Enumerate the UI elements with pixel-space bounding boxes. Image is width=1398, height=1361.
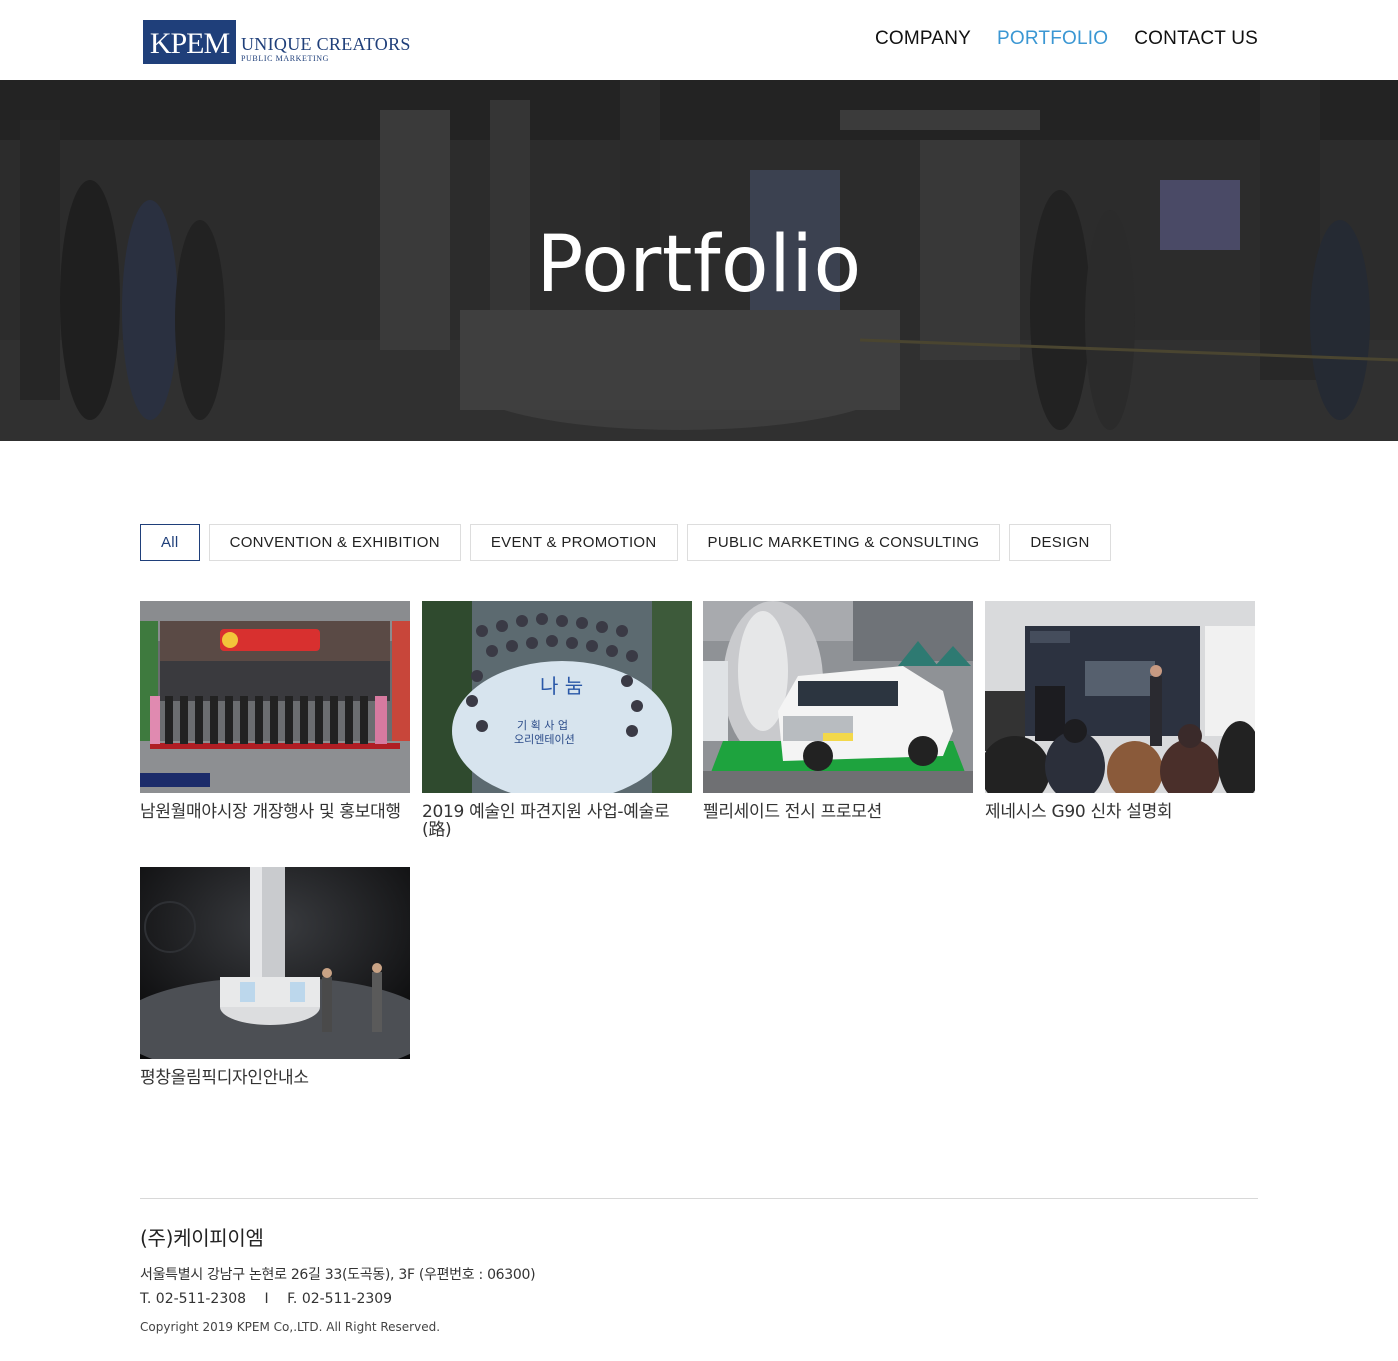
suv-exhibition-photo[interactable]: [703, 601, 973, 793]
footer-divider: [140, 1198, 1258, 1199]
presentation-photo[interactable]: [985, 601, 1255, 793]
portfolio-item[interactable]: 펠리세이드 전시 프로모션: [703, 601, 973, 821]
footer-contact: T. 02-511-2308 I F. 02-511-2309: [140, 1291, 406, 1307]
portfolio-item[interactable]: 나 눔 기 획 사 업 오리엔테이션 2019 예술인 파견지원 사업-예술로(…: [422, 601, 692, 839]
footer-copyright: Copyright 2019 KPEM Co,.LTD. All Right R…: [140, 1320, 441, 1334]
logo-mark: KPEM: [143, 20, 236, 64]
nav-contact-us[interactable]: CONTACT US: [1134, 28, 1258, 50]
portfolio-item-title[interactable]: 평창올림픽디자인안내소: [140, 1069, 410, 1087]
footer-phone: T. 02-511-2308: [140, 1291, 247, 1307]
site-header: KPEM UNIQUE CREATORS PUBLIC MARKETING CO…: [0, 0, 1398, 80]
filter-event-promotion[interactable]: EVENT & PROMOTION: [469, 524, 678, 561]
group-photo[interactable]: 나 눔 기 획 사 업 오리엔테이션: [422, 601, 692, 793]
market-opening-photo[interactable]: [140, 601, 410, 793]
filter-design[interactable]: DESIGN: [1009, 524, 1111, 561]
logo-subline: PUBLIC MARKETING: [241, 54, 330, 63]
footer-separator: I: [264, 1291, 269, 1307]
svg-text:기 획 사 업: 기 획 사 업: [517, 719, 568, 732]
footer-fax: F. 02-511-2309: [287, 1291, 393, 1307]
svg-text:오리엔테이션: 오리엔테이션: [514, 733, 575, 746]
category-filters: All CONVENTION & EXHIBITION EVENT & PROM…: [140, 524, 1111, 561]
filter-public-marketing-consulting[interactable]: PUBLIC MARKETING & CONSULTING: [686, 524, 1001, 561]
footer-address: 서울특별시 강남구 논현로 26길 33(도곡동), 3F (우편번호 : 06…: [140, 1267, 536, 1283]
hero-banner: Portfolio: [0, 80, 1398, 441]
nav-portfolio[interactable]: PORTFOLIO: [997, 28, 1108, 50]
kpem-logo[interactable]: KPEM UNIQUE CREATORS PUBLIC MARKETING: [143, 18, 411, 64]
info-booth-render[interactable]: [140, 867, 410, 1059]
main-nav: COMPANY PORTFOLIO CONTACT US: [875, 28, 1258, 50]
portfolio-item[interactable]: 평창올림픽디자인안내소: [140, 867, 410, 1087]
filter-all[interactable]: All: [140, 524, 200, 561]
portfolio-item-title[interactable]: 펠리세이드 전시 프로모션: [703, 803, 973, 821]
portfolio-item[interactable]: 남원월매야시장 개장행사 및 홍보대행: [140, 601, 410, 821]
footer-company-name: (주)케이피이엠: [140, 1226, 264, 1250]
nav-company[interactable]: COMPANY: [875, 28, 971, 50]
portfolio-item-title[interactable]: 제네시스 G90 신차 설명회: [985, 803, 1255, 821]
portfolio-item-title[interactable]: 2019 예술인 파견지원 사업-예술로(路): [422, 803, 692, 839]
page-title: Portfolio: [536, 220, 862, 310]
logo-text: UNIQUE CREATORS PUBLIC MARKETING: [241, 20, 411, 64]
logo-tagline: UNIQUE CREATORS: [241, 34, 411, 54]
filter-convention-exhibition[interactable]: CONVENTION & EXHIBITION: [208, 524, 461, 561]
svg-text:나 눔: 나 눔: [540, 674, 583, 698]
portfolio-item[interactable]: 제네시스 G90 신차 설명회: [985, 601, 1255, 821]
portfolio-item-title[interactable]: 남원월매야시장 개장행사 및 홍보대행: [140, 803, 410, 821]
